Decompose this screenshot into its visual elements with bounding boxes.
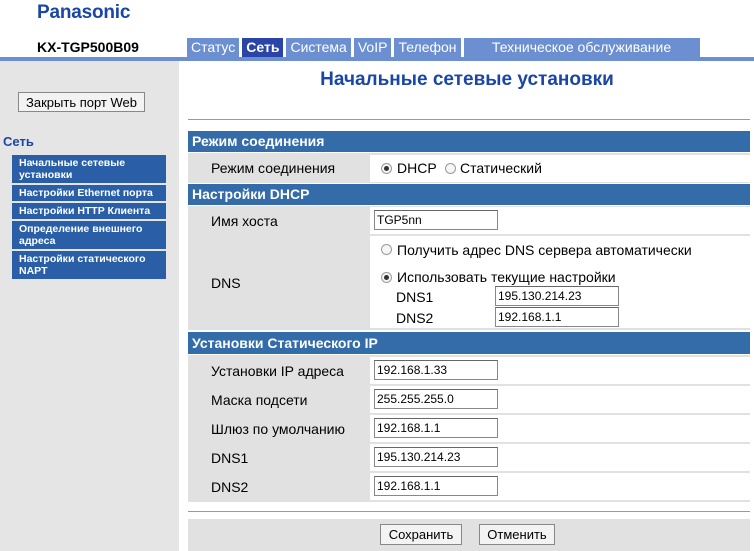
top-nav-tabs: Статус Сеть Система VoIP Телефон Техниче… [187, 38, 700, 57]
tab-maintenance[interactable]: Техническое обслуживание [463, 38, 700, 57]
dhcp-dns2-input[interactable] [495, 307, 619, 327]
close-web-port-button[interactable]: Закрыть порт Web [18, 92, 145, 112]
hostname-input[interactable] [374, 210, 498, 230]
radio-dhcp-label: DHCP [397, 160, 437, 176]
radio-dns-auto[interactable] [381, 244, 392, 255]
static-dns2-input[interactable] [374, 476, 498, 496]
tab-status[interactable]: Статус [187, 38, 240, 57]
radio-static-label: Статический [460, 160, 542, 176]
brand-logo: Panasonic [37, 2, 131, 23]
ip-label: Установки IP адреса [211, 363, 344, 379]
sidebar-item-ethernet[interactable]: Настройки Ethernet порта [12, 185, 166, 201]
radio-static[interactable] [445, 163, 456, 174]
radio-dns-auto-label: Получить адрес DNS сервера автоматически [397, 242, 692, 258]
radio-dns-current[interactable] [381, 272, 392, 283]
section-header-static: Установки Статического IP [188, 332, 750, 354]
save-button[interactable]: Сохранить [380, 524, 462, 545]
title-divider [188, 119, 750, 120]
gateway-input[interactable] [374, 418, 498, 438]
ip-input[interactable] [374, 360, 498, 380]
tab-telephone[interactable]: Телефон [394, 38, 461, 57]
static-dns1-label: DNS1 [211, 450, 249, 466]
sidebar-item-http-client[interactable]: Настройки HTTP Клиента [12, 203, 166, 219]
radio-dns-current-label: Использовать текущие настройки [397, 269, 616, 285]
cancel-button[interactable]: Отменить [479, 524, 555, 545]
model-name: KX-TGP500B09 [37, 39, 139, 55]
button-bar [188, 519, 750, 551]
static-dns2-label: DNS2 [211, 479, 249, 495]
gateway-label: Шлюз по умолчанию [211, 421, 346, 437]
dhcp-dns1-input[interactable] [495, 286, 619, 306]
radio-dhcp[interactable] [381, 163, 392, 174]
section-header-dhcp: Настройки DHCP [188, 184, 750, 205]
mode-label: Режим соединения [211, 160, 336, 176]
dhcp-dns1-label: DNS1 [396, 289, 434, 305]
static-dns1-input[interactable] [374, 447, 498, 467]
sidebar-item-external-address[interactable]: Определение внешнего адреса [12, 221, 166, 249]
sidebar-title: Сеть [3, 134, 34, 149]
mask-input[interactable] [374, 389, 498, 409]
hostname-label: Имя хоста [211, 213, 278, 229]
sidebar-menu: Начальные сетевые установки Настройки Et… [12, 155, 166, 281]
dhcp-dns2-label: DNS2 [396, 310, 434, 326]
page-title: Начальные сетевые установки [320, 69, 614, 90]
mask-label: Маска подсети [211, 392, 308, 408]
tab-voip[interactable]: VoIP [353, 38, 392, 57]
bottom-divider [188, 511, 750, 512]
sidebar-item-basic-network[interactable]: Начальные сетевые установки [12, 155, 166, 183]
tab-network[interactable]: Сеть [242, 38, 284, 57]
section-header-mode: Режим соединения [188, 131, 750, 152]
tab-system[interactable]: Система [286, 38, 351, 57]
dns-label: DNS [211, 275, 241, 291]
sidebar-item-static-napt[interactable]: Настройки статического NAPT [12, 251, 166, 279]
